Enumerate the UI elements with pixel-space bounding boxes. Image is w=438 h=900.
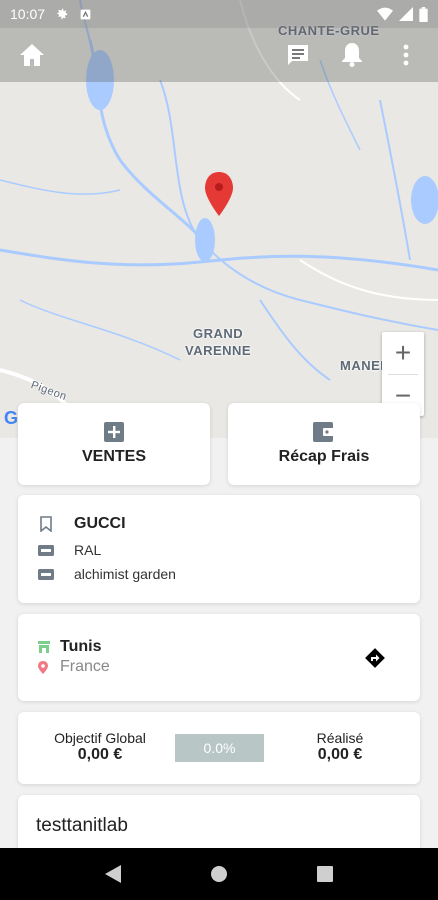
expenses-label: Récap Frais (278, 448, 370, 465)
more-vert-icon (403, 44, 409, 66)
brand-line2: alchimist garden (74, 566, 176, 582)
battery-icon (419, 6, 428, 22)
progress-text: 0.0% (203, 740, 236, 756)
map-label-line2: VARENNE (185, 343, 252, 358)
location-marker-icon[interactable] (205, 172, 233, 216)
new-badge-icon (38, 544, 54, 556)
expenses-summary-button[interactable]: Récap Frais (228, 403, 420, 485)
achieved-label: Réalisé (316, 730, 364, 746)
brand-line2-row: alchimist garden (38, 566, 176, 582)
home-button[interactable] (16, 39, 48, 71)
brand-name-row: GUCCI (38, 515, 126, 533)
brand-card[interactable]: GUCCI RAL alchimist garden (18, 495, 420, 603)
status-icons (377, 6, 428, 22)
map-label-line1: GRAND (192, 326, 244, 341)
settings-icon (55, 7, 69, 21)
status-time: 10:07 (10, 6, 46, 22)
chat-icon (288, 45, 308, 65)
back-icon (105, 865, 121, 883)
messages-button[interactable] (282, 39, 314, 71)
home-nav-button[interactable] (199, 854, 239, 894)
directions-button[interactable] (364, 647, 386, 674)
recents-icon (317, 866, 333, 882)
home-circle-icon (211, 866, 227, 882)
bookmark-icon (38, 516, 54, 532)
home-icon (20, 44, 44, 66)
google-logo: G (4, 408, 18, 428)
recents-button[interactable] (305, 854, 345, 894)
city-row: Tunis (38, 638, 101, 656)
app-notification-icon (79, 8, 92, 21)
bell-icon (342, 43, 362, 67)
new-badge-icon (38, 568, 54, 580)
map-label-grand-varenne: GRAND VARENNE (185, 325, 251, 359)
global-objective: Objectif Global 0,00 € (36, 730, 164, 764)
brand-line1-row: RAL (38, 542, 101, 558)
user-name: testtanitlab (36, 815, 128, 836)
directions-icon (365, 648, 385, 668)
status-bar: 10:07 (0, 0, 438, 28)
store-icon (38, 641, 50, 653)
brand-name: GUCCI (74, 515, 126, 532)
system-nav-bar (0, 848, 438, 900)
sales-label: VENTES (81, 448, 146, 465)
global-objective-label: Objectif Global (54, 730, 146, 746)
global-objective-value: 0,00 € (77, 746, 123, 763)
add-box-icon (104, 422, 124, 442)
pin-icon (38, 660, 50, 674)
sales-button[interactable]: VENTES (18, 403, 210, 485)
wifi-icon (377, 7, 393, 21)
country-row: France (38, 658, 110, 676)
wallet-icon (313, 422, 335, 442)
app-toolbar (0, 28, 438, 82)
objective-card: Objectif Global 0,00 € 0.0% Réalisé 0,00… (18, 712, 420, 784)
achieved: Réalisé 0,00 € (290, 730, 390, 764)
signal-icon (399, 7, 413, 21)
achieved-value: 0,00 € (317, 746, 363, 763)
city-name: Tunis (60, 638, 102, 655)
location-card[interactable]: Tunis France (18, 614, 420, 701)
country-name: France (60, 658, 110, 675)
zoom-in-button[interactable]: + (382, 332, 424, 374)
more-menu-button[interactable] (390, 39, 422, 71)
brand-line1: RAL (74, 542, 102, 558)
back-button[interactable] (93, 854, 133, 894)
notifications-button[interactable] (336, 39, 368, 71)
progress-bar: 0.0% (175, 734, 264, 762)
